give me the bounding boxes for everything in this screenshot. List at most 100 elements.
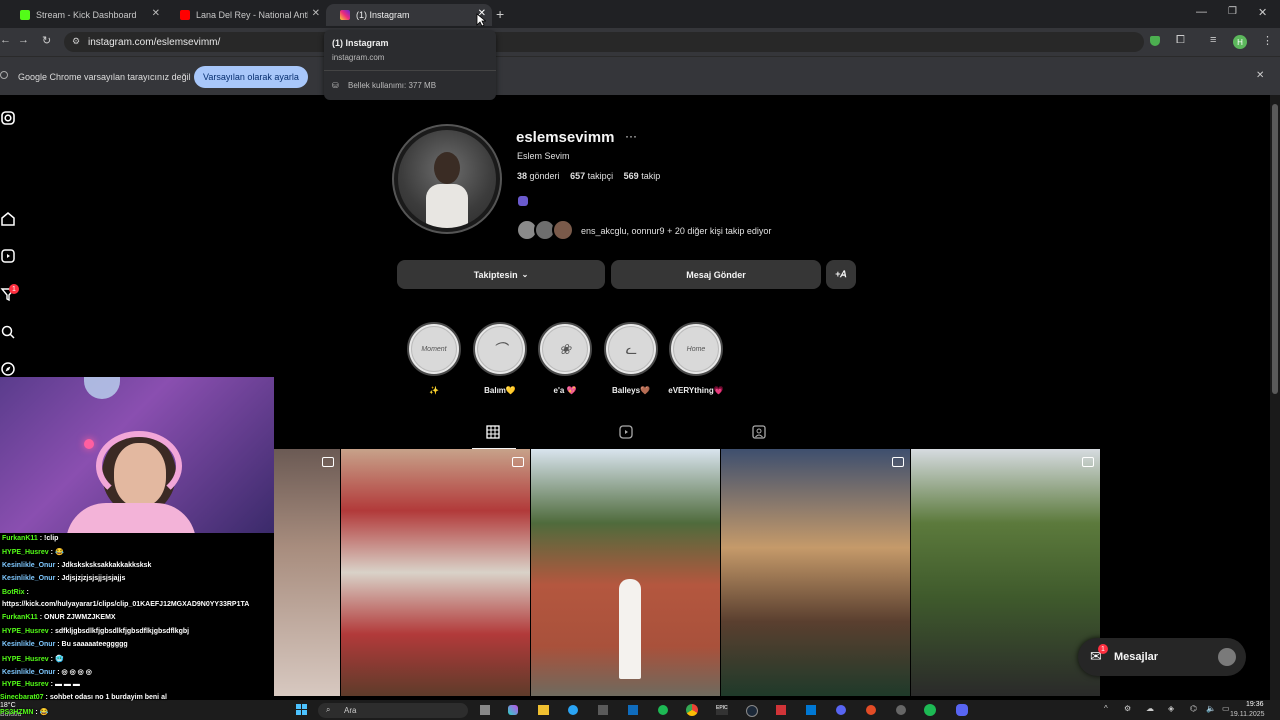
store-icon[interactable] xyxy=(598,705,608,715)
copilot-icon[interactable] xyxy=(508,705,518,715)
youtube-icon xyxy=(180,10,190,20)
discord-icon[interactable] xyxy=(956,704,968,716)
post-tile[interactable] xyxy=(274,449,340,696)
app-icon[interactable] xyxy=(896,705,906,715)
forward-icon[interactable]: → xyxy=(18,34,29,46)
highlight-5[interactable]: Home xyxy=(669,322,723,376)
scrollbar-thumb[interactable] xyxy=(1272,104,1278,394)
messages-label: Mesajlar xyxy=(1114,651,1159,663)
minimize-icon[interactable]: — xyxy=(1196,6,1207,18)
profile-avatar[interactable] xyxy=(392,124,502,234)
default-browser-infobar: Google Chrome varsayılan tarayıcınız değ… xyxy=(0,56,1280,95)
highlight-1[interactable]: Moment xyxy=(407,322,461,376)
grid-posts-icon[interactable] xyxy=(486,425,500,439)
menu-kebab-icon[interactable]: ⋮ xyxy=(1262,34,1273,47)
steam-icon[interactable] xyxy=(746,705,758,717)
stream-chat-overlay: FurkanK11 : !clip HYPE_Husrev : 😂 Kesinl… xyxy=(0,533,280,695)
tray-app-icon[interactable]: ⚙ xyxy=(1124,704,1131,713)
reload-icon[interactable]: ↻ xyxy=(42,34,51,47)
address-bar[interactable]: ⚙ instagram.com/eslemsevimm/ xyxy=(64,32,1144,52)
tab-youtube[interactable]: Lana Del Rey - National Anthem ✕ xyxy=(166,4,326,26)
chevron-down-icon: ⌄ xyxy=(521,270,529,279)
tagged-tab-icon[interactable] xyxy=(752,425,766,439)
tray-overflow-icon[interactable]: ^ xyxy=(1104,704,1108,713)
highlight-4[interactable]: ᓚ xyxy=(604,322,658,376)
tray-app-icon[interactable]: ◈ xyxy=(1168,704,1174,713)
post-tile[interactable] xyxy=(341,449,530,696)
profile-avatar-icon[interactable]: H xyxy=(1233,35,1247,49)
extensions-icon[interactable]: ⧠ xyxy=(1176,34,1185,47)
explore-icon[interactable] xyxy=(0,361,16,377)
hovercard-domain: instagram.com xyxy=(332,53,385,62)
reel-indicator-icon xyxy=(512,457,524,467)
following-button[interactable]: Takiptesin ⌄ xyxy=(397,260,605,289)
file-explorer-icon[interactable] xyxy=(538,705,549,715)
chat-line: HYPE_Husrev : sdfkljgbsdlkfjgbsdlkfjgbsd… xyxy=(2,628,190,635)
shield-extension-icon[interactable] xyxy=(1150,36,1160,46)
reel-indicator-icon xyxy=(322,457,334,467)
close-tab-icon[interactable]: ✕ xyxy=(152,8,160,19)
tab-kick-dashboard[interactable]: Stream - Kick Dashboard ✕ xyxy=(6,4,166,26)
tab-instagram[interactable]: (1) Instagram ✕ xyxy=(326,4,492,26)
tab-hover-card: (1) Instagram instagram.com ⛁ Bellek kul… xyxy=(324,30,496,100)
volume-icon[interactable]: 🔈 xyxy=(1206,704,1216,713)
close-window-icon[interactable]: ✕ xyxy=(1258,6,1267,19)
outlook-icon[interactable] xyxy=(628,705,638,715)
maximize-icon[interactable]: ❐ xyxy=(1228,6,1237,17)
followed-by-text[interactable]: ens_akcglu, oonnur9 + 20 diğer kişi taki… xyxy=(581,226,771,236)
messages-floating-button[interactable]: ✉ 1 Mesajlar xyxy=(1078,638,1246,676)
tab-label: (1) Instagram xyxy=(356,10,410,20)
app-icon[interactable] xyxy=(866,705,876,715)
post-tile[interactable] xyxy=(721,449,910,696)
xbox-icon[interactable] xyxy=(658,705,668,715)
back-icon[interactable]: ← xyxy=(0,34,11,46)
app-icon[interactable] xyxy=(806,705,816,715)
highlight-2[interactable]: ⌒ xyxy=(473,322,527,376)
spotify-icon[interactable] xyxy=(924,704,936,716)
new-tab-icon[interactable]: + xyxy=(496,6,504,22)
post-tile[interactable] xyxy=(531,449,720,696)
instagram-icon xyxy=(340,10,350,20)
suggest-user-icon[interactable]: +𝘈 xyxy=(826,260,856,289)
epic-games-icon[interactable]: EPIC xyxy=(716,705,728,715)
instagram-logo-icon[interactable] xyxy=(0,110,16,126)
chat-line: Kesinlikle_Onur : Jdjsjzjzjsjsjjsjsjajjs xyxy=(2,575,126,582)
chat-line: Kesinlikle_Onur : Jdksksksksakkakkakksks… xyxy=(2,562,152,569)
following-stat[interactable]: 569 takip xyxy=(624,171,661,181)
onedrive-icon[interactable]: ☁ xyxy=(1146,704,1154,713)
tab-label: Stream - Kick Dashboard xyxy=(36,10,137,20)
set-default-button[interactable]: Varsayılan olarak ayarla xyxy=(194,66,308,88)
webcam-overlay xyxy=(0,377,274,533)
edge-icon[interactable] xyxy=(568,705,578,715)
send-message-button[interactable]: Mesaj Gönder xyxy=(611,260,821,289)
chat-line: https://kick.com/hulyayarar1/clips/clip_… xyxy=(2,601,250,608)
reels-tab-icon[interactable] xyxy=(619,425,633,439)
site-info-icon[interactable]: ⚙ xyxy=(72,36,80,47)
mutual-followers-avatars xyxy=(516,219,576,241)
reels-icon[interactable] xyxy=(0,248,16,264)
close-infobar-icon[interactable]: ✕ xyxy=(1256,70,1264,81)
search-icon: ⌕ xyxy=(326,705,331,714)
highlight-label: e'a 💖 xyxy=(553,386,577,395)
app-icon[interactable] xyxy=(836,705,846,715)
options-ellipsis-icon[interactable]: ··· xyxy=(625,129,637,143)
highlight-3[interactable]: ❀ xyxy=(538,322,592,376)
network-icon[interactable]: ⌬ xyxy=(1190,704,1197,713)
task-view-icon[interactable] xyxy=(480,705,490,715)
clock-time[interactable]: 19:36 xyxy=(1246,701,1264,708)
hovercard-memory: Bellek kullanımı: 377 MB xyxy=(348,81,437,90)
app-icon[interactable] xyxy=(776,705,786,715)
windows-start-icon[interactable] xyxy=(296,704,308,716)
reading-list-icon[interactable]: ≡ xyxy=(1210,34,1216,46)
chat-line: FurkanK11 : ONUR ZJWMZJKEMX xyxy=(2,614,116,621)
search-icon[interactable] xyxy=(0,324,16,340)
chrome-taskbar-icon[interactable] xyxy=(686,704,698,716)
battery-icon[interactable]: ▭ xyxy=(1222,704,1230,713)
home-icon[interactable] xyxy=(0,211,16,227)
tab-label: Lana Del Rey - National Anthem xyxy=(196,10,308,20)
taskbar-search[interactable]: ⌕ Ara xyxy=(318,703,468,718)
post-tile[interactable] xyxy=(911,449,1100,696)
followers-stat[interactable]: 657 takipçi xyxy=(570,171,613,181)
messages-badge: 1 xyxy=(1098,644,1108,654)
close-tab-icon[interactable]: ✕ xyxy=(312,8,320,19)
